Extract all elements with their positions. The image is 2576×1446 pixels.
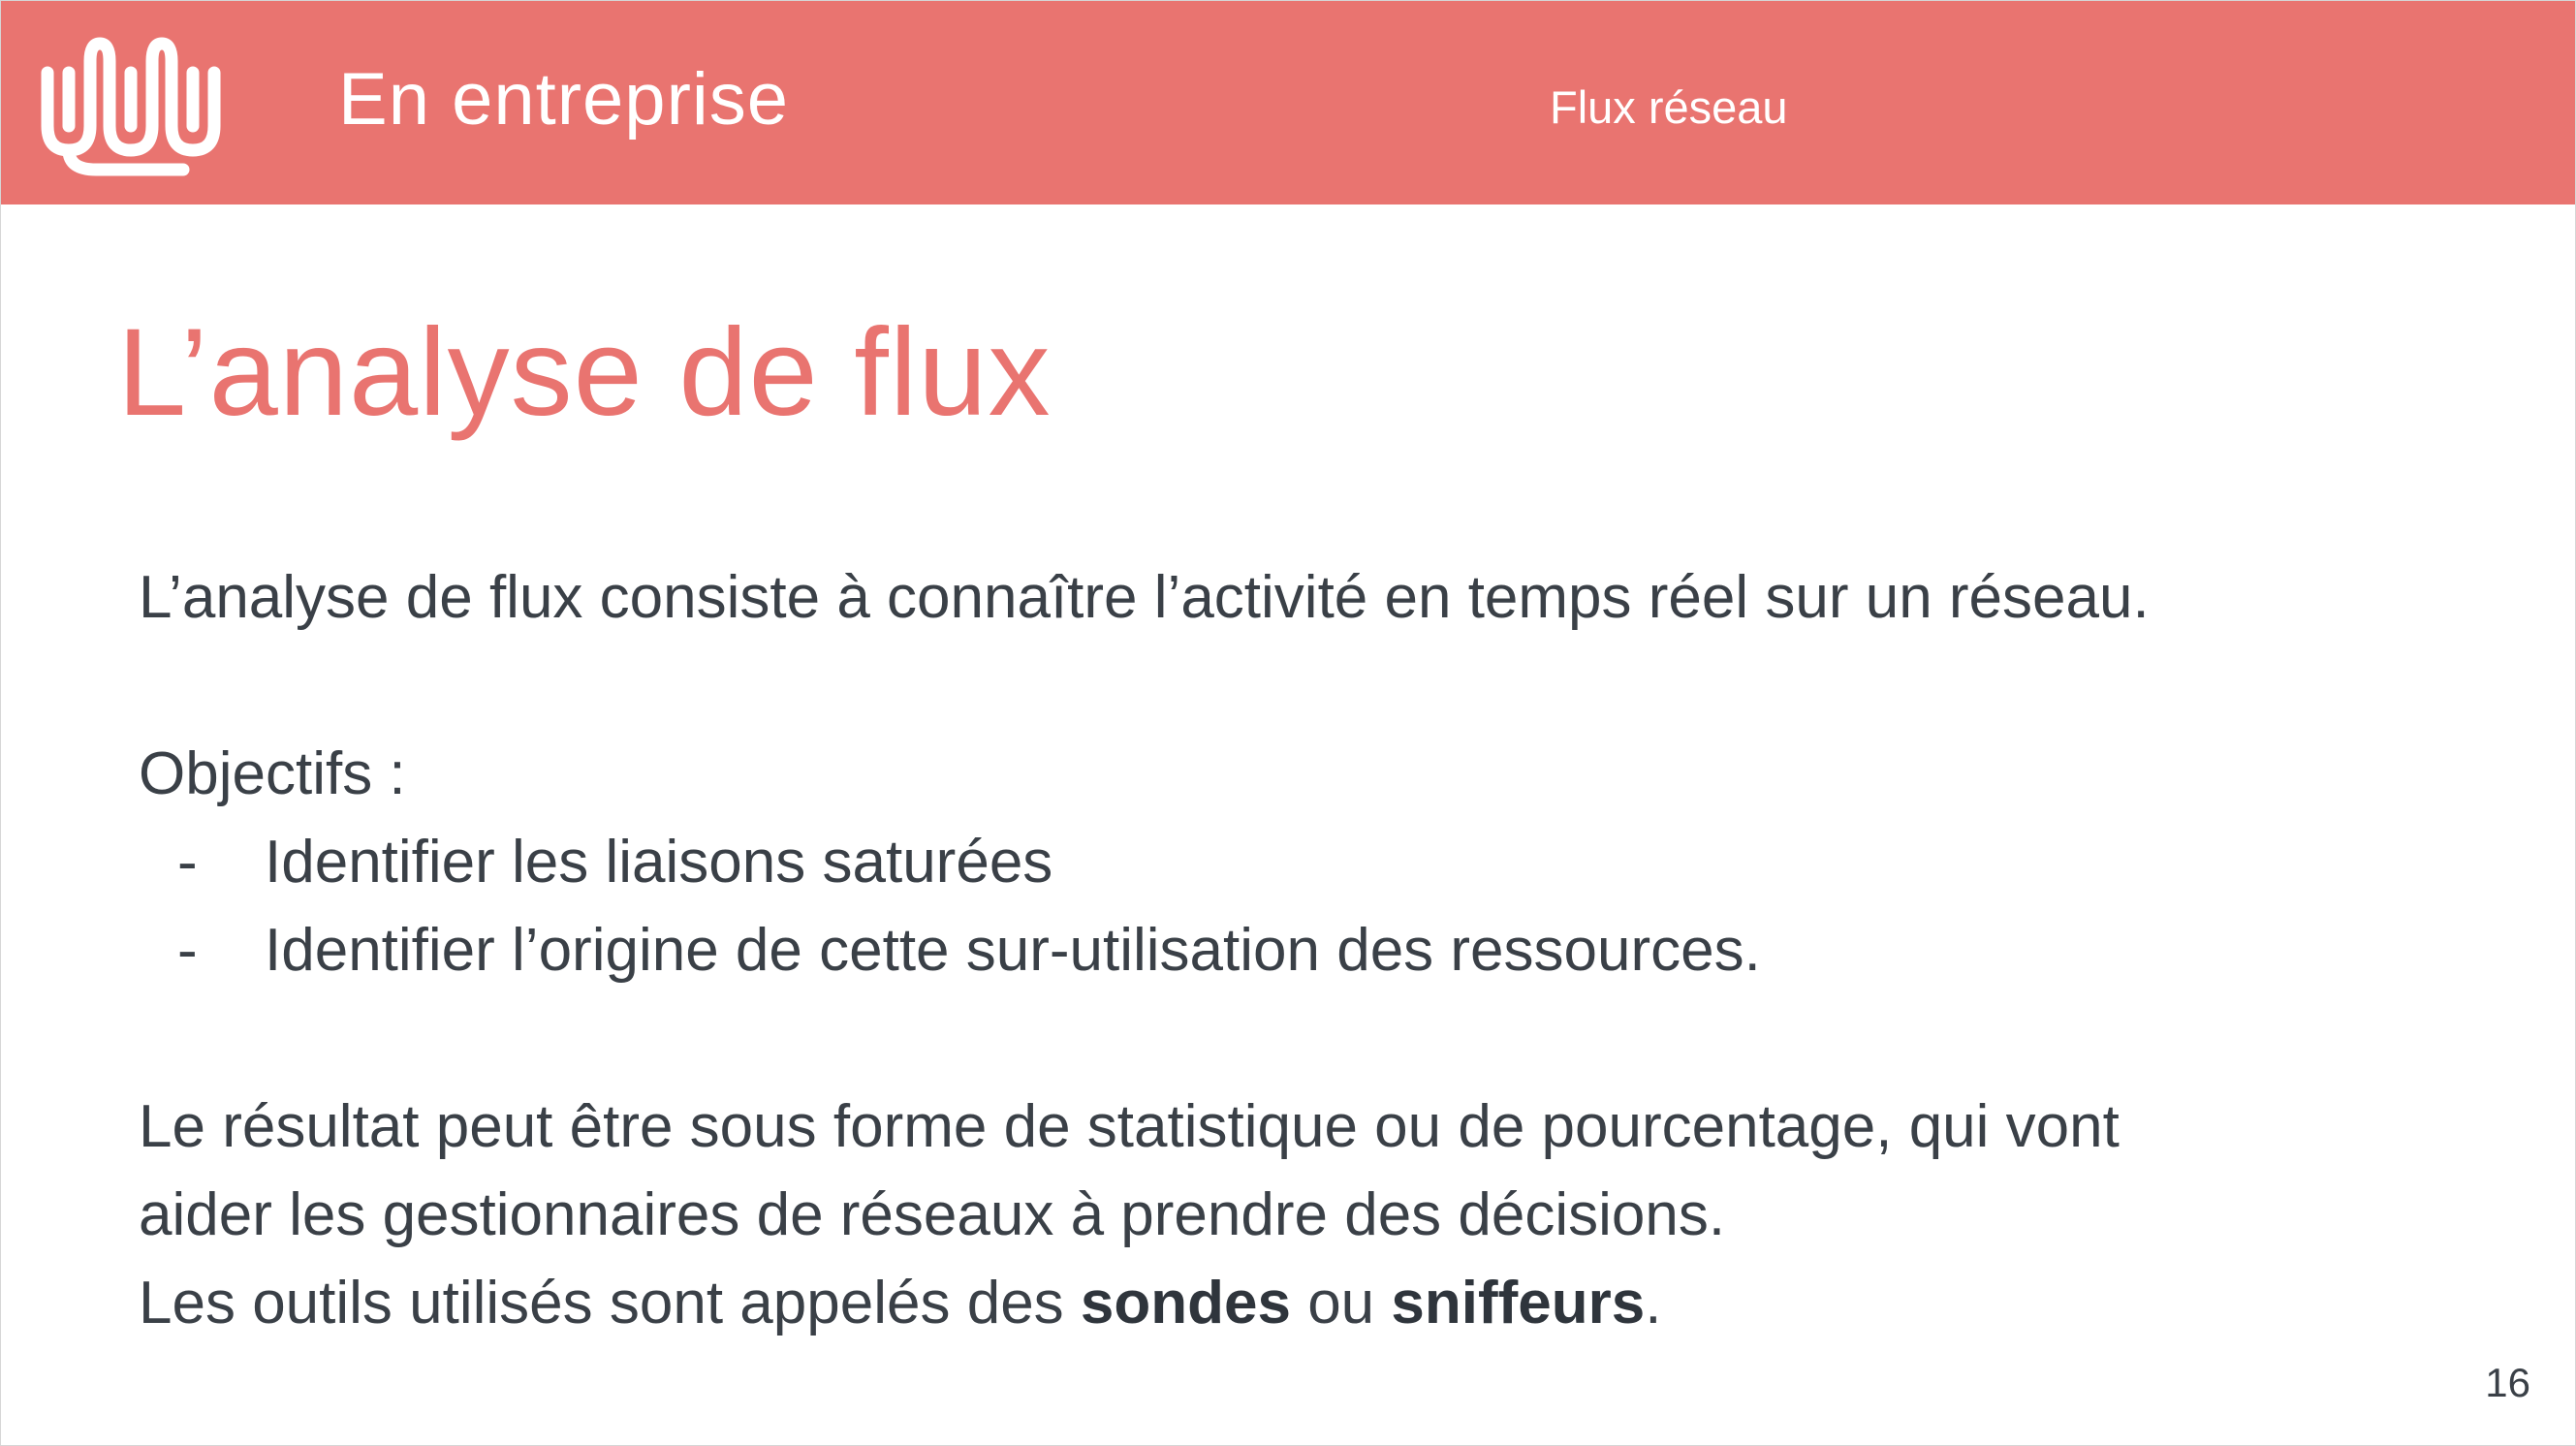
topic-label: Flux réseau [1550, 81, 1788, 133]
bullet-text: Identifier les liaisons saturées [265, 829, 1053, 896]
tools-term-sondes: sondes [1080, 1270, 1291, 1336]
wave-logo-icon [41, 37, 221, 176]
bullet-text: Identifier l’origine de cette sur-utilis… [265, 917, 1761, 984]
result-line-2: aider les gestionnaires de réseaux à pre… [139, 1181, 1726, 1248]
section-title: En entreprise [338, 58, 790, 141]
slide: En entreprise Flux réseau L’analyse de f… [0, 0, 2576, 1446]
slide-body: L’analyse de flux consiste à connaître l… [139, 553, 2465, 1347]
header-bar: En entreprise Flux réseau [1, 1, 2575, 204]
tools-line: Les outils utilisés sont appelés des son… [139, 1259, 2465, 1347]
tools-connector: ou [1290, 1270, 1392, 1336]
list-item: - Identifier les liaisons saturées [139, 818, 2465, 906]
result-line-1: Le résultat peut être sous forme de stat… [139, 1093, 2120, 1160]
tools-suffix: . [1645, 1270, 1662, 1336]
list-item: - Identifier l’origine de cette sur-util… [139, 906, 2465, 994]
tools-term-sniffeurs: sniffeurs [1391, 1270, 1646, 1336]
objectives-label: Objectifs : [139, 740, 406, 807]
page-number: 16 [2485, 1360, 2530, 1405]
bullet-marker: - [177, 917, 198, 984]
intro-paragraph: L’analyse de flux consiste à connaître l… [139, 564, 2150, 631]
tools-prefix: Les outils utilisés sont appelés des [139, 1270, 1081, 1336]
bullet-marker: - [177, 829, 198, 896]
slide-title: L’analyse de flux [117, 303, 1052, 442]
